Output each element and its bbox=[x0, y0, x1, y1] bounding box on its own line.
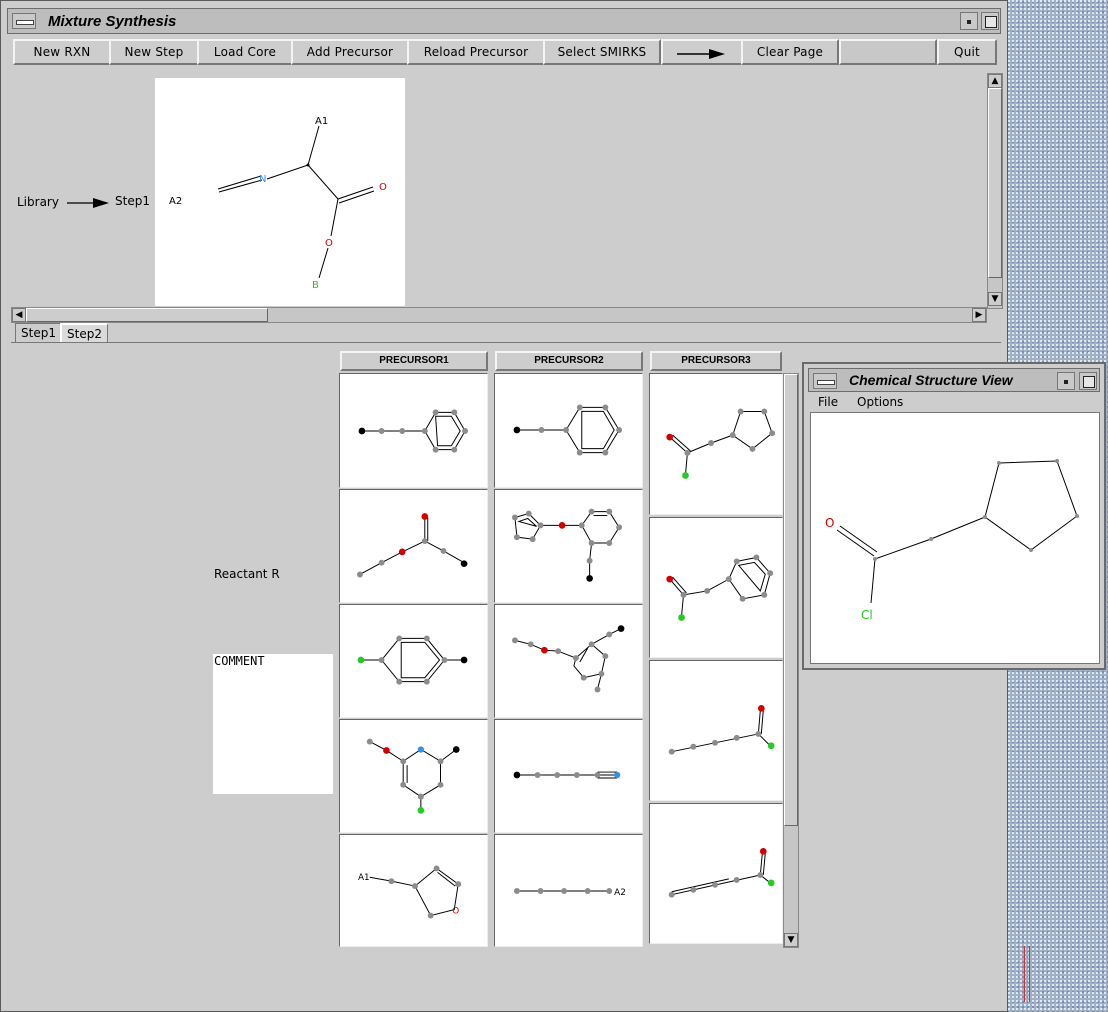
maximize-icon[interactable] bbox=[981, 12, 999, 30]
reload-precursor-button[interactable]: Reload Precursor bbox=[407, 39, 545, 65]
chem-view-maximize-icon[interactable] bbox=[1079, 372, 1097, 390]
window-title: Mixture Synthesis bbox=[48, 13, 177, 30]
load-core-button[interactable]: Load Core bbox=[197, 39, 293, 65]
chem-view-canvas: O Cl bbox=[810, 412, 1100, 664]
tab-divider bbox=[11, 342, 1001, 343]
core-structure-drawing: A1 A2 N O O B bbox=[169, 116, 387, 291]
precursor1-structure-2[interactable] bbox=[339, 489, 488, 603]
molecule-pyridine-icon bbox=[366, 738, 460, 814]
molecule-phenylpropyl-icon bbox=[358, 409, 469, 453]
main-title-bar[interactable]: Mixture Synthesis bbox=[7, 8, 1001, 34]
core-structure-view: A1 A2 N O O B bbox=[155, 78, 405, 306]
scroll-left-icon[interactable]: ◀ bbox=[12, 308, 26, 322]
library-arrow-icon bbox=[67, 198, 109, 208]
precursor-scroll-down-icon[interactable]: ▼ bbox=[784, 933, 798, 947]
molecule-hexanoyl-chloride-icon bbox=[668, 704, 775, 755]
horizontal-scroll-thumb[interactable] bbox=[26, 308, 268, 322]
core-atom-o-single: O bbox=[325, 238, 333, 249]
new-rxn-button[interactable]: New RXN bbox=[13, 39, 111, 65]
chem-view-menu-icon[interactable] bbox=[813, 373, 837, 389]
chemical-structure-view-window: Chemical Structure View File Options O C… bbox=[802, 362, 1106, 670]
comment-label: COMMENT bbox=[214, 654, 265, 668]
tab-step2[interactable]: Step2 bbox=[60, 323, 108, 343]
right-arrow-icon bbox=[677, 49, 725, 59]
vertical-scroll-thumb[interactable] bbox=[988, 88, 1002, 278]
chem-view-atom-o: O bbox=[825, 516, 834, 530]
precursor1-structure-3[interactable] bbox=[339, 604, 488, 718]
molecule-alkyl-chain-icon: A2 bbox=[513, 888, 626, 898]
molecule-phenylethyl-icon bbox=[513, 404, 623, 456]
chem-view-minimize-icon[interactable] bbox=[1057, 372, 1075, 390]
empty-toolbar-slot bbox=[839, 39, 937, 65]
cyclopentylacetyl-chloride-drawing: O Cl bbox=[825, 459, 1079, 622]
precursor1-header[interactable]: PRECURSOR1 bbox=[340, 351, 488, 371]
precursor2-structure-4[interactable] bbox=[494, 719, 643, 833]
molecule-dihydrofuran-icon: A1 O bbox=[358, 865, 462, 919]
scroll-down-icon[interactable]: ▼ bbox=[988, 292, 1002, 306]
add-precursor-button[interactable]: Add Precursor bbox=[291, 39, 409, 65]
precursor3-structure-3[interactable] bbox=[649, 660, 783, 801]
quit-button[interactable]: Quit bbox=[937, 39, 997, 65]
precursor1-structure-4[interactable] bbox=[339, 719, 488, 833]
precursor1-atom-o: O bbox=[452, 907, 459, 917]
molecule-nitrile-icon bbox=[513, 771, 621, 779]
desktop-red-lines bbox=[1022, 946, 1032, 1002]
core-atom-a1: A1 bbox=[315, 116, 328, 127]
precursor2-structure-3[interactable] bbox=[494, 604, 643, 718]
molecule-cyclopentyl-aryl-ether-icon bbox=[512, 508, 623, 582]
core-atom-n: N bbox=[259, 174, 266, 185]
precursor3-header[interactable]: PRECURSOR3 bbox=[650, 351, 782, 371]
precursor-list-scrollbar[interactable]: ▼ bbox=[783, 373, 799, 948]
precursor1-atom-a1: A1 bbox=[358, 873, 370, 883]
comment-field[interactable]: COMMENT bbox=[213, 654, 333, 794]
new-step-button[interactable]: New Step bbox=[109, 39, 199, 65]
minimize-icon[interactable] bbox=[960, 12, 978, 30]
core-panel-horizontal-scrollbar[interactable]: ◀ ▶ bbox=[11, 307, 987, 323]
reactant-label: Reactant R bbox=[214, 567, 280, 581]
core-atom-a2: A2 bbox=[169, 196, 182, 207]
library-label: Library bbox=[17, 195, 59, 209]
chem-view-title: Chemical Structure View bbox=[849, 372, 1013, 388]
clear-page-button[interactable]: Clear Page bbox=[741, 39, 839, 65]
molecule-cyclopentyl-acid-chloride-icon bbox=[666, 408, 776, 479]
precursor2-header[interactable]: PRECURSOR2 bbox=[495, 351, 643, 371]
toolbar: New RXN New Step Load Core Add Precursor… bbox=[13, 39, 999, 67]
arrow-button[interactable] bbox=[661, 39, 743, 65]
precursor2-structure-1[interactable] bbox=[494, 373, 643, 488]
chem-view-title-bar[interactable]: Chemical Structure View bbox=[808, 368, 1100, 392]
precursor3-structure-2[interactable] bbox=[649, 517, 783, 658]
precursor-scroll-thumb[interactable] bbox=[784, 374, 798, 826]
file-menu[interactable]: File bbox=[818, 395, 838, 409]
precursor2-structure-2[interactable] bbox=[494, 489, 643, 603]
molecule-aryl-ether-icon bbox=[512, 625, 625, 693]
precursor1-structure-5[interactable]: A1 O bbox=[339, 834, 488, 947]
molecule-alkynoyl-chloride-icon bbox=[668, 847, 775, 898]
core-atom-o-double: O bbox=[379, 182, 387, 193]
molecule-phenylacetyl-chloride-icon bbox=[666, 554, 774, 621]
core-panel: Library Step1 A1 A2 N O O B bbox=[11, 73, 987, 309]
select-smirks-button[interactable]: Select SMIRKS bbox=[543, 39, 661, 65]
precursor1-structure-1[interactable] bbox=[339, 373, 488, 488]
molecule-halobenzene-icon bbox=[357, 635, 468, 685]
precursor3-structure-1[interactable] bbox=[649, 373, 783, 515]
core-atom-b: B bbox=[312, 280, 319, 291]
step1-label: Step1 bbox=[115, 194, 150, 208]
chem-view-atom-cl: Cl bbox=[861, 608, 873, 622]
molecule-ester-icon bbox=[357, 513, 468, 578]
tab-step1[interactable]: Step1 bbox=[15, 323, 62, 343]
core-panel-vertical-scrollbar[interactable]: ▲ ▼ bbox=[987, 73, 1003, 309]
scroll-up-icon[interactable]: ▲ bbox=[988, 74, 1002, 88]
precursor2-structure-5[interactable]: A2 bbox=[494, 834, 643, 947]
window-menu-icon[interactable] bbox=[12, 13, 36, 29]
precursor2-atom-a2: A2 bbox=[614, 888, 626, 898]
scroll-right-icon[interactable]: ▶ bbox=[972, 308, 986, 322]
chem-view-menu-bar: File Options bbox=[812, 394, 1102, 412]
options-menu[interactable]: Options bbox=[857, 395, 903, 409]
precursor3-structure-4[interactable] bbox=[649, 803, 783, 944]
